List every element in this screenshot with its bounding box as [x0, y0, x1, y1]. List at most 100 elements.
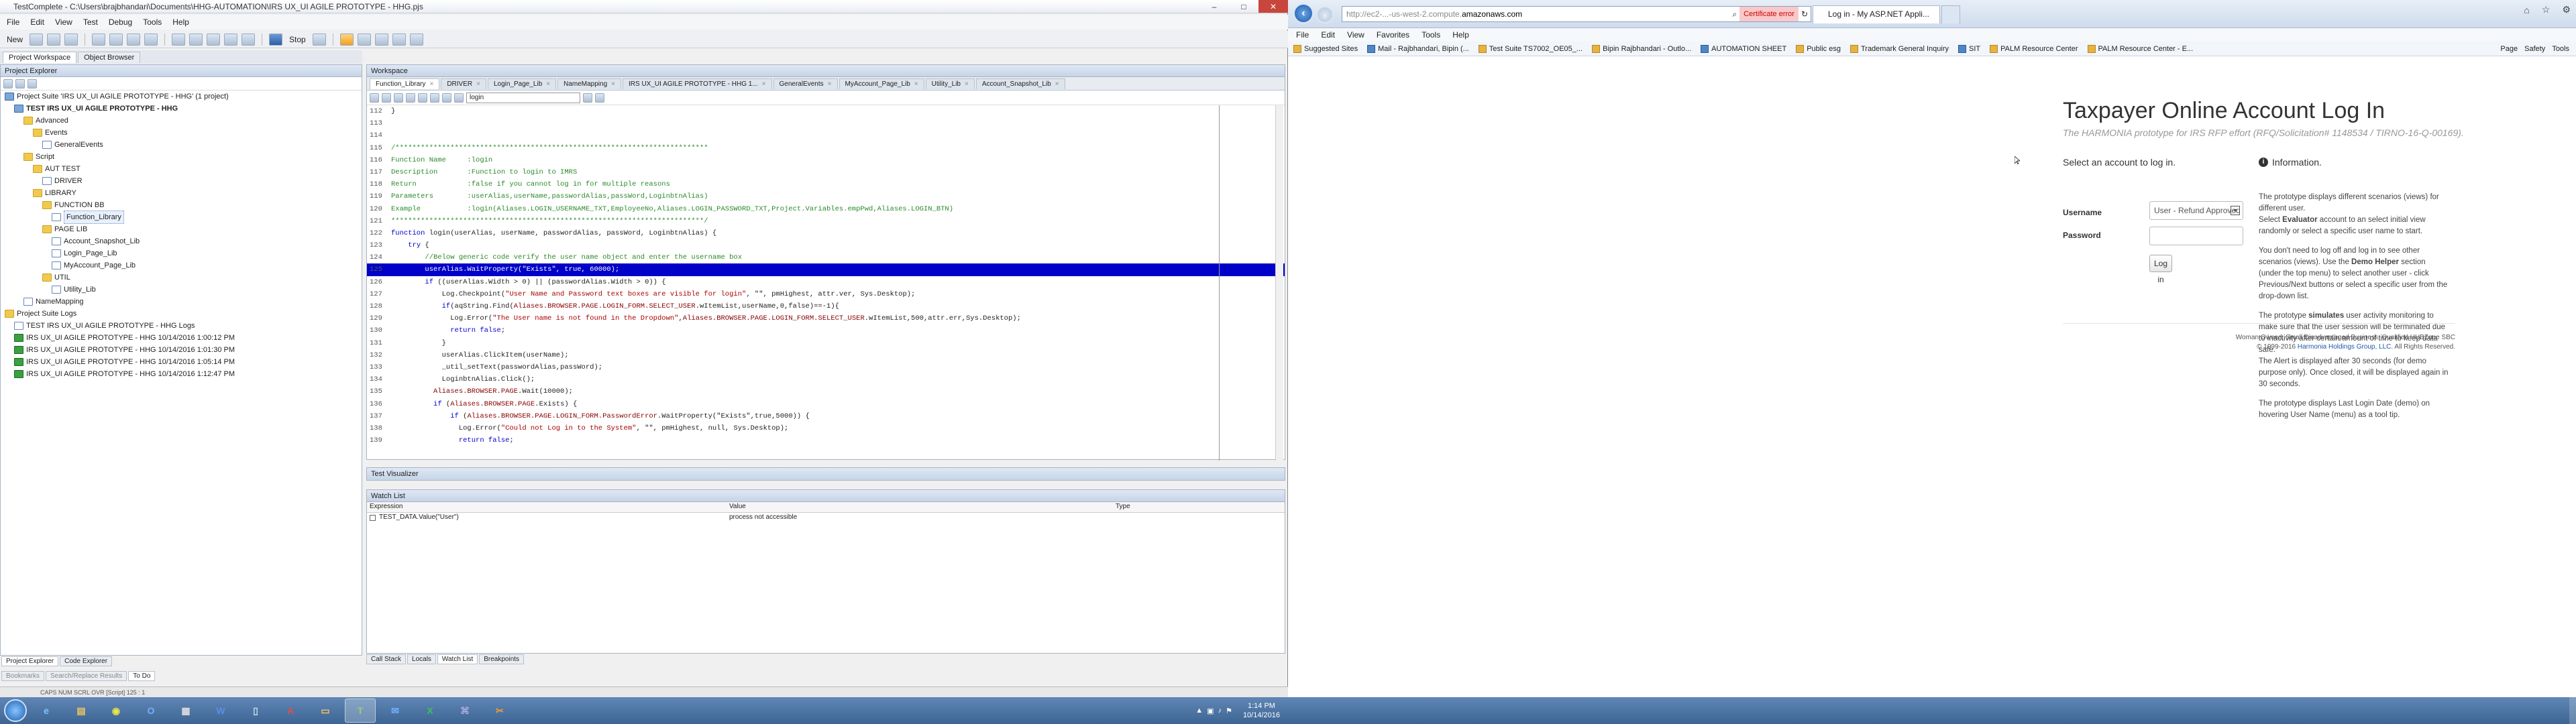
- tree-item[interactable]: Project Suite Logs: [1, 308, 362, 320]
- workspace-tab[interactable]: Login_Page_Lib ×: [487, 78, 557, 89]
- line-number[interactable]: 136: [367, 398, 391, 410]
- ie-menu-file[interactable]: File: [1296, 28, 1309, 42]
- mail-taskbar-icon[interactable]: ✉: [380, 699, 411, 723]
- minimize-button[interactable]: –: [1199, 0, 1229, 13]
- code-editor[interactable]: 112} 113 114 115/**************************…: [367, 105, 1285, 461]
- object-spy-icon[interactable]: [207, 33, 221, 46]
- workspace-tab[interactable]: Account_Snapshot_Lib ×: [975, 78, 1065, 89]
- line-number[interactable]: 131: [367, 337, 391, 349]
- tree-item[interactable]: Utility_Lib: [1, 284, 362, 296]
- ie-menu-edit[interactable]: Edit: [1321, 28, 1335, 42]
- col-value[interactable]: Value: [729, 503, 746, 510]
- line-number[interactable]: 113: [367, 117, 391, 129]
- record-icon[interactable]: [172, 33, 186, 46]
- line-number[interactable]: 119: [367, 190, 391, 202]
- cut-icon[interactable]: [92, 33, 106, 46]
- tab-todo[interactable]: To Do: [128, 670, 156, 681]
- favorite-link[interactable]: PALM Resource Center: [1990, 44, 2078, 53]
- favorite-link[interactable]: Test Suite TS7002_OE05_...: [1478, 44, 1582, 53]
- delete-icon[interactable]: [144, 33, 158, 46]
- favorite-link[interactable]: Trademark General Inquiry: [1849, 44, 1949, 53]
- maximize-button[interactable]: □: [1229, 0, 1258, 13]
- comment-icon[interactable]: [418, 93, 427, 103]
- redo-icon[interactable]: [241, 33, 256, 46]
- tab-project-workspace[interactable]: Project Workspace: [3, 51, 77, 63]
- tree-item[interactable]: Project Suite 'IRS UX_UI AGILE PROTOTYPE…: [1, 90, 362, 103]
- harmonia-link[interactable]: Harmonia Holdings Group, LLC: [2298, 343, 2392, 351]
- line-number[interactable]: 139: [367, 434, 391, 446]
- window-layout-icon[interactable]: [409, 33, 423, 46]
- acrobat-taskbar-icon[interactable]: A: [275, 699, 306, 723]
- settings-gear-icon[interactable]: ⚙: [2562, 4, 2571, 15]
- clock[interactable]: 1:14 PM 10/14/2016: [1243, 701, 1280, 720]
- outlook-taskbar-icon[interactable]: O: [136, 699, 166, 723]
- stop-icon[interactable]: [269, 33, 283, 46]
- pause-icon[interactable]: [339, 33, 354, 46]
- line-number[interactable]: 118: [367, 178, 391, 190]
- workspace-tab[interactable]: DRIVER ×: [441, 78, 486, 89]
- line-number[interactable]: 128: [367, 300, 391, 312]
- command-page[interactable]: Page: [2500, 45, 2518, 53]
- tree-item[interactable]: PAGE LIB: [1, 223, 362, 235]
- tree-item[interactable]: Advanced: [1, 115, 362, 127]
- command-tools[interactable]: Tools: [2552, 45, 2569, 53]
- undo-icon[interactable]: [224, 33, 238, 46]
- close-tab-icon[interactable]: ×: [611, 80, 615, 88]
- favorite-link[interactable]: Mail - Rajbhandari, Bipin (...: [1367, 44, 1469, 53]
- line-number[interactable]: 114: [367, 129, 391, 141]
- refresh-icon[interactable]: [28, 78, 37, 88]
- line-number[interactable]: 112: [367, 105, 391, 117]
- tab-watch-list[interactable]: Watch List: [437, 654, 478, 664]
- line-number[interactable]: 120: [367, 203, 391, 215]
- paste-icon[interactable]: [127, 33, 141, 46]
- excel-taskbar-icon[interactable]: X: [415, 699, 445, 723]
- save-all-icon[interactable]: [64, 33, 78, 46]
- workspace-tab[interactable]: GeneralEvents ×: [773, 78, 838, 89]
- tree-item[interactable]: Function_Library: [1, 210, 362, 224]
- workspace-tab[interactable]: Function_Library ×: [370, 78, 440, 89]
- tree-item[interactable]: TEST IRS UX_UI AGILE PROTOTYPE - HHG Log…: [1, 320, 362, 332]
- close-tab-icon[interactable]: ×: [429, 80, 433, 88]
- tab-call-stack[interactable]: Call Stack: [366, 654, 407, 664]
- line-number[interactable]: 121: [367, 215, 391, 227]
- line-number[interactable]: 129: [367, 312, 391, 324]
- menu-file[interactable]: File: [7, 15, 19, 29]
- explorer-taskbar-icon[interactable]: ▤: [66, 699, 97, 723]
- back-icon[interactable]: [370, 93, 379, 103]
- favorites-star-icon[interactable]: ☆: [2542, 4, 2551, 15]
- outdent-icon[interactable]: [406, 93, 415, 103]
- tab-bookmarks[interactable]: Bookmarks: [1, 670, 45, 681]
- tab-breakpoints[interactable]: Breakpoints: [479, 654, 525, 664]
- close-tab-icon[interactable]: ×: [965, 80, 969, 88]
- close-tab-icon[interactable]: ×: [762, 80, 766, 88]
- favorite-link[interactable]: Suggested Sites: [1293, 44, 1358, 53]
- new-button[interactable]: New: [4, 35, 25, 44]
- tray-network-icon[interactable]: ▣: [1207, 707, 1214, 715]
- stop-button[interactable]: Stop: [286, 35, 309, 44]
- line-number[interactable]: 123: [367, 239, 391, 251]
- line-number[interactable]: 130: [367, 324, 391, 337]
- certificate-error-badge[interactable]: Certificate error: [1739, 7, 1799, 21]
- save-icon[interactable]: [47, 33, 61, 46]
- close-tab-icon[interactable]: ×: [828, 80, 832, 88]
- search-icon[interactable]: ⌕: [1729, 7, 1739, 21]
- new-tab-button[interactable]: [1941, 5, 1960, 23]
- workspace-tab[interactable]: Utility_Lib ×: [925, 78, 975, 89]
- favorite-link[interactable]: Bipin Rajbhandari - Outlo...: [1592, 44, 1691, 53]
- tab-search-replace[interactable]: Search/Replace Results: [46, 670, 127, 681]
- login-button[interactable]: Log in: [2149, 255, 2172, 284]
- col-type[interactable]: Type: [1116, 503, 1130, 510]
- step-into-icon[interactable]: [312, 33, 326, 46]
- close-tab-icon[interactable]: ×: [1055, 80, 1059, 88]
- favorite-link[interactable]: Public esg: [1796, 44, 1841, 53]
- tree-item[interactable]: GeneralEvents: [1, 139, 362, 151]
- open-icon[interactable]: [30, 33, 44, 46]
- tree-item[interactable]: Script: [1, 151, 362, 163]
- routine-select[interactable]: login: [466, 92, 580, 103]
- ie-menu-view[interactable]: View: [1347, 28, 1364, 42]
- browser-tab[interactable]: Log in - My ASP.NET Appli...: [1813, 5, 1940, 23]
- ie-taskbar-icon[interactable]: e: [31, 699, 62, 723]
- row-checkbox[interactable]: [370, 515, 376, 521]
- line-number[interactable]: 115: [367, 142, 391, 154]
- editor-scrollbar[interactable]: [1275, 105, 1283, 461]
